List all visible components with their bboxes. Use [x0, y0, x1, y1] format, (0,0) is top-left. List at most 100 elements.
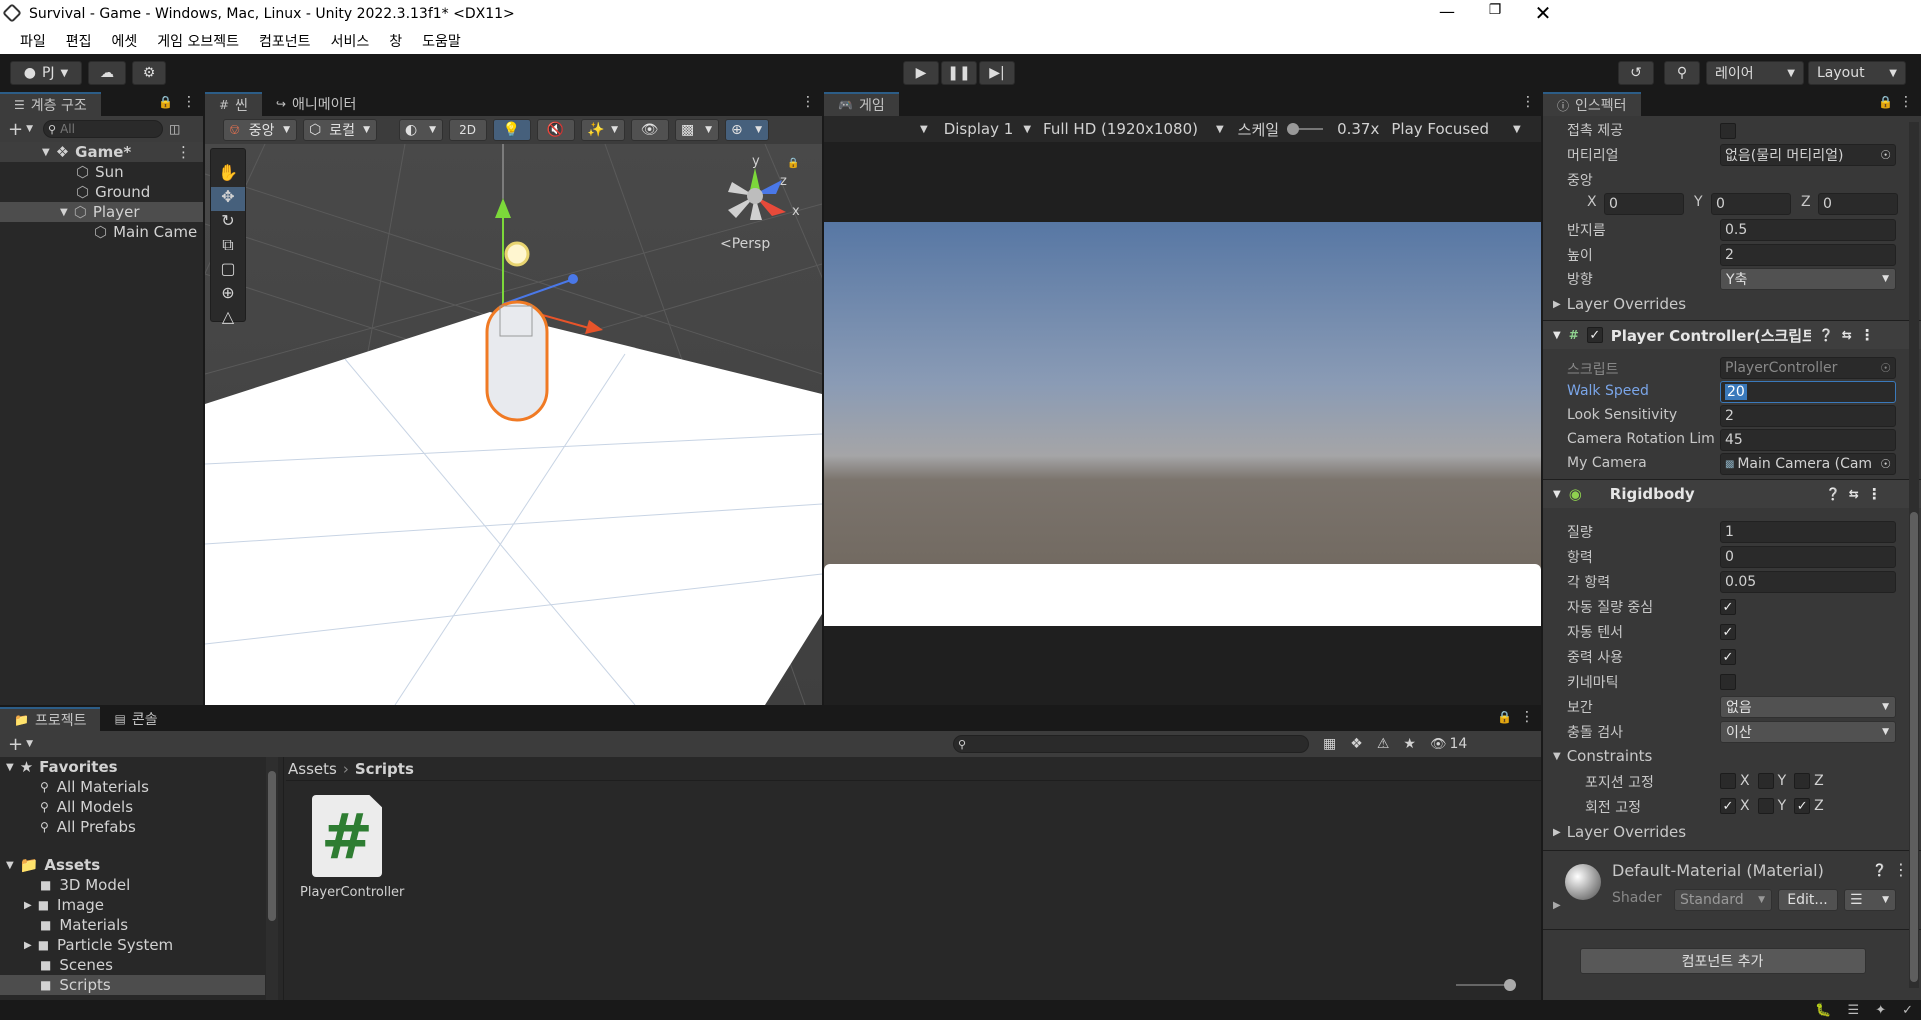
asset-folder-item[interactable]: ▶ ■ Image [0, 895, 283, 915]
move-tool-button[interactable]: ✥ [211, 187, 245, 211]
auto-generate-lighting-icon[interactable]: ✦ [1875, 1003, 1886, 1018]
hierarchy-item-sun[interactable]: ⬡ Sun [0, 162, 203, 182]
mass-field[interactable]: 1 [1720, 521, 1896, 543]
lock-icon[interactable]: 🔒 [1497, 710, 1512, 724]
auto-tensor-checkbox[interactable]: ✓ [1720, 624, 1736, 640]
center-x-field[interactable]: 0 [1604, 193, 1684, 215]
menu-services[interactable]: 서비스 [321, 31, 380, 51]
display-dropdown[interactable]: Display 1 ▼ [944, 120, 1031, 138]
player-controller-header[interactable]: ▼ # ✓ Player Controller(스크립트 ❔ ⇆ ⋮ [1543, 321, 1921, 349]
expand-arrow-icon[interactable]: ▶ [1553, 900, 1561, 911]
menu-component[interactable]: 컴포넌트 [249, 31, 321, 51]
search-button[interactable]: ⚲ [1664, 61, 1700, 85]
favorite-star-icon[interactable]: ★ [1403, 736, 1416, 752]
lock-icon[interactable]: 🔒 [1878, 95, 1893, 109]
more-menu-icon[interactable]: ⋮ [176, 143, 191, 161]
freeze-rotation-x-checkbox[interactable]: ✓ [1720, 798, 1736, 814]
gizmos-dropdown[interactable]: ⊕ ▼ [725, 119, 769, 141]
play-mode-dropdown[interactable]: Play Focused ▼ [1391, 120, 1520, 138]
my-camera-field[interactable]: ▩ Main Camera (Cam ☉ [1720, 453, 1896, 475]
cloud-button[interactable]: ☁ [88, 61, 126, 85]
more-menu-icon[interactable]: ⋮ [1521, 94, 1535, 110]
camera-dropdown[interactable]: ▩ ▼ [675, 119, 719, 141]
maximize-button[interactable]: ❐ [1480, 2, 1510, 26]
transform-tool-button[interactable]: ⊕ [211, 283, 245, 307]
tab-project[interactable]: 📁 프로젝트 [0, 707, 101, 731]
account-dropdown[interactable]: ● PJ ▼ [10, 61, 82, 85]
help-icon[interactable]: ❔ [1872, 863, 1887, 877]
close-window-button[interactable]: ✕ [1528, 1, 1558, 25]
provide-contacts-checkbox[interactable] [1720, 123, 1736, 139]
walk-speed-field[interactable]: 20 [1720, 381, 1896, 403]
asset-folder-item[interactable]: ■ 3D Model [0, 875, 283, 895]
game-viewport[interactable] [824, 142, 1541, 705]
menu-gameobject[interactable]: 게임 오브젝트 [147, 31, 249, 51]
scrollbar-thumb[interactable] [1910, 512, 1918, 982]
constraints-foldout[interactable]: ▼ Constraints [1553, 747, 1652, 765]
freeze-position-y-checkbox[interactable] [1757, 773, 1774, 789]
material-options-button[interactable]: ☰ ▼ [1844, 889, 1896, 911]
pivot-dropdown[interactable]: ⎊ 중앙 ▼ [223, 119, 297, 141]
hierarchy-item-main-camera[interactable]: ⬡ Main Came [0, 222, 203, 242]
menu-file[interactable]: 파일 [10, 31, 56, 51]
assets-row[interactable]: ▼ 📁 Assets [0, 855, 283, 875]
minimize-button[interactable]: — [1432, 2, 1462, 26]
fav-item[interactable]: ⚲ All Prefabs [0, 817, 283, 837]
custom-tool-button[interactable]: △ [211, 307, 245, 331]
object-picker-icon[interactable]: ☉ [1880, 148, 1891, 162]
cache-server-icon[interactable]: ☰ [1848, 1003, 1860, 1018]
inspector-scrollbar[interactable] [1909, 122, 1919, 988]
breadcrumb-scripts[interactable]: Scripts [355, 760, 414, 778]
favorites-row[interactable]: ▼ ★ Favorites [0, 757, 283, 777]
expand-arrow-icon[interactable]: ▼ [60, 207, 68, 218]
tab-console[interactable]: ▤ 콘솔 [100, 707, 171, 731]
more-menu-icon[interactable]: ⋮ [801, 94, 815, 110]
preset-icon[interactable]: ⇆ [1849, 487, 1859, 501]
hand-tool-button[interactable]: ✋ [211, 163, 245, 187]
menu-edit[interactable]: 편집 [56, 31, 102, 51]
auto-center-of-mass-checkbox[interactable]: ✓ [1720, 599, 1736, 615]
add-component-button[interactable]: 컴포넌트 추가 [1580, 948, 1866, 974]
layer-overrides-foldout[interactable]: ▶ Layer Overrides [1553, 295, 1686, 313]
fav-item[interactable]: ⚲ All Materials [0, 777, 283, 797]
center-z-field[interactable]: 0 [1818, 193, 1898, 215]
persp-label[interactable]: <Persp [720, 236, 770, 252]
angular-drag-field[interactable]: 0.05 [1720, 571, 1896, 593]
scene-row[interactable]: ▼ ❖ Game* ⋮ [0, 142, 203, 162]
rigidbody-header[interactable]: ▼ ◉ Rigidbody ❔ ⇆ ⋮ [1543, 480, 1921, 508]
icon-size-slider[interactable] [1456, 979, 1516, 991]
help-icon[interactable]: ❔ [1819, 328, 1834, 342]
fav-item[interactable]: ⚲ All Models [0, 797, 283, 817]
tree-scrollbar[interactable] [266, 757, 278, 1000]
search-by-label-icon[interactable]: ❖ [1350, 736, 1363, 752]
step-button[interactable]: ▶| [979, 61, 1015, 85]
scene-viewport[interactable]: ✋ ✥ ↻ ⧉ ▢ ⊕ △ y z x 🔒 <Persp [205, 144, 822, 705]
freeze-rotation-z-checkbox[interactable]: ✓ [1794, 798, 1811, 814]
radius-field[interactable]: 0.5 [1720, 219, 1896, 241]
component-enabled-checkbox[interactable]: ✓ [1586, 327, 1603, 343]
icon-size-knob[interactable] [1504, 979, 1516, 991]
is-kinematic-checkbox[interactable] [1720, 674, 1736, 690]
breadcrumb-assets[interactable]: Assets [288, 760, 337, 778]
more-menu-icon[interactable]: ⋮ [1867, 485, 1882, 503]
shading-dropdown[interactable]: ◐ ▼ [399, 119, 443, 141]
chevron-down-icon[interactable]: ▼ [920, 124, 928, 135]
project-search-input[interactable]: ⚲ [953, 735, 1310, 753]
expand-arrow-icon[interactable]: ▼ [42, 147, 50, 158]
center-y-field[interactable]: 0 [1711, 193, 1791, 215]
collision-detection-dropdown[interactable]: 이산 ▼ [1720, 721, 1896, 743]
asset-folder-item-selected[interactable]: ■ Scripts [0, 975, 265, 995]
tab-animator[interactable]: ↪ 애니메이터 [262, 92, 370, 116]
material-field[interactable]: 없음(물리 머티리얼) ☉ [1720, 144, 1896, 166]
freeze-rotation-y-checkbox[interactable] [1757, 798, 1774, 814]
asset-tile[interactable]: # PlayerController [300, 795, 404, 915]
lock-icon[interactable]: 🔒 [787, 158, 799, 169]
camera-rotation-field[interactable]: 45 [1720, 429, 1896, 451]
scene-visibility-icon[interactable]: ◫ [169, 122, 180, 136]
look-sensitivity-field[interactable]: 2 [1720, 405, 1896, 427]
effects-dropdown[interactable]: ✨ ▼ [581, 119, 625, 141]
tab-inspector[interactable]: ⓘ 인스펙터 [1543, 92, 1641, 116]
toggle-2d-button[interactable]: 2D [449, 119, 487, 141]
collab-button[interactable]: ⚙ [132, 61, 166, 85]
scrollbar-thumb[interactable] [268, 771, 276, 921]
